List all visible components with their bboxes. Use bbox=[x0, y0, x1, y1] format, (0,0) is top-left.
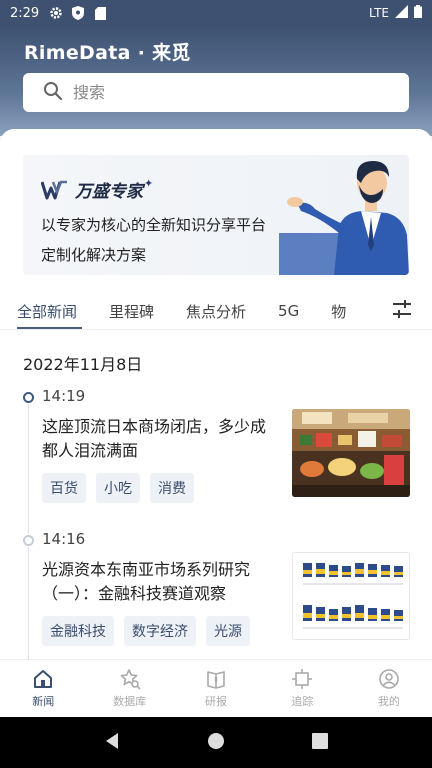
status-time: 2:29 bbox=[10, 5, 40, 21]
news-thumbnail[interactable] bbox=[292, 552, 410, 640]
businessman-illustration bbox=[279, 161, 409, 275]
battery-icon bbox=[414, 5, 422, 21]
network-type: LTE bbox=[369, 6, 389, 20]
main-content: 万盛专家 ✦ 以专家为核心的全新知识分享平台 定制化解决方案 全部新闻 里程碑 … bbox=[0, 129, 432, 659]
home-circle-icon[interactable] bbox=[207, 732, 225, 754]
banner-logo-text: 万盛专家 bbox=[75, 182, 143, 202]
news-time: 14:19 bbox=[42, 387, 86, 405]
news-tag[interactable]: 百货 bbox=[42, 473, 86, 503]
nav-profile-label: 我的 bbox=[377, 695, 400, 708]
shield-icon bbox=[71, 6, 85, 20]
news-tags: 金融科技 数字经济 光源 bbox=[42, 616, 250, 646]
banner-logo: 万盛专家 ✦ bbox=[41, 177, 153, 202]
bottom-navigation: 新闻 数据库 研报 追踪 我的 bbox=[0, 659, 432, 717]
search-icon bbox=[43, 81, 63, 105]
tab-partial[interactable]: 物 bbox=[331, 301, 346, 322]
brand-logo: RimeData · 来觅 bbox=[24, 42, 191, 64]
news-thumbnail[interactable] bbox=[292, 409, 410, 497]
nav-database[interactable]: 数据库 bbox=[86, 660, 172, 717]
status-bar: 2:29 LTE bbox=[0, 0, 432, 26]
banner-subline: 定制化解决方案 bbox=[41, 246, 147, 264]
tab-5g[interactable]: 5G bbox=[278, 302, 299, 320]
tab-focus-analysis[interactable]: 焦点分析 bbox=[186, 301, 246, 322]
timeline-dot bbox=[23, 535, 34, 546]
w-logo-icon bbox=[41, 180, 67, 199]
search-input[interactable] bbox=[73, 83, 373, 102]
promo-banner[interactable]: 万盛专家 ✦ 以专家为核心的全新知识分享平台 定制化解决方案 bbox=[23, 155, 409, 275]
search-bar[interactable] bbox=[23, 73, 409, 112]
settings-gear-icon bbox=[49, 6, 63, 20]
news-tag[interactable]: 金融科技 bbox=[42, 616, 114, 646]
sparkle-icon: ✦ bbox=[144, 177, 154, 190]
news-date: 2022年11月8日 bbox=[23, 355, 143, 374]
news-tag[interactable]: 小吃 bbox=[96, 473, 140, 503]
back-icon[interactable] bbox=[104, 732, 120, 754]
nav-news-label: 新闻 bbox=[32, 695, 55, 708]
news-tag[interactable]: 数字经济 bbox=[124, 616, 196, 646]
nav-profile[interactable]: 我的 bbox=[346, 660, 432, 717]
user-icon bbox=[379, 669, 399, 689]
filter-button[interactable] bbox=[372, 289, 432, 329]
nav-database-label: 数据库 bbox=[113, 695, 147, 708]
timeline-line bbox=[28, 404, 29, 534]
news-tags: 百货 小吃 消费 bbox=[42, 473, 194, 503]
tab-milestone[interactable]: 里程碑 bbox=[109, 301, 154, 322]
timeline-dot bbox=[23, 392, 34, 403]
news-tag[interactable]: 光源 bbox=[206, 616, 250, 646]
news-time: 14:16 bbox=[42, 530, 86, 548]
nav-tracking[interactable]: 追踪 bbox=[259, 660, 345, 717]
system-navigation-bar bbox=[0, 717, 432, 768]
timeline-line bbox=[28, 547, 29, 659]
nav-news[interactable]: 新闻 bbox=[0, 660, 86, 717]
home-icon bbox=[34, 670, 53, 688]
news-title-line: （一）：金融科技赛道观察 bbox=[42, 584, 227, 603]
tab-divider bbox=[0, 329, 432, 330]
news-title-line: 都人泪流满面 bbox=[42, 441, 139, 460]
book-icon bbox=[207, 671, 225, 689]
filter-sliders-icon bbox=[393, 300, 411, 318]
news-title-line: 光源资本东南亚市场系列研究 bbox=[42, 560, 251, 579]
nav-tracking-label: 追踪 bbox=[291, 695, 314, 708]
sd-card-icon bbox=[93, 6, 107, 20]
news-title-line: 这座顶流日本商场闭店，多少成 bbox=[42, 417, 267, 436]
signal-icon bbox=[395, 5, 408, 21]
nav-reports[interactable]: 研报 bbox=[173, 660, 259, 717]
tab-all-news[interactable]: 全部新闻 bbox=[17, 301, 77, 322]
news-tag[interactable]: 消费 bbox=[150, 473, 194, 503]
recents-icon[interactable] bbox=[312, 732, 329, 753]
news-title[interactable]: 光源资本东南亚市场系列研究 （一）：金融科技赛道观察 bbox=[42, 558, 277, 606]
star-search-icon bbox=[120, 669, 141, 690]
news-title[interactable]: 这座顶流日本商场闭店，多少成 都人泪流满面 bbox=[42, 415, 277, 463]
nav-reports-label: 研报 bbox=[205, 695, 228, 708]
banner-tagline: 以专家为核心的全新知识分享平台 bbox=[41, 216, 267, 234]
track-icon bbox=[292, 669, 313, 689]
